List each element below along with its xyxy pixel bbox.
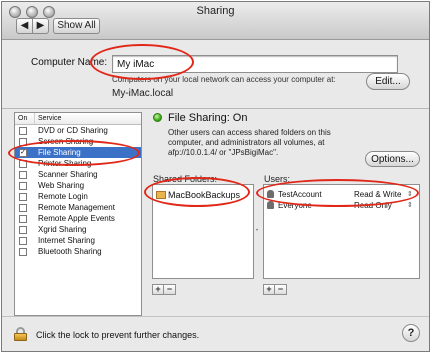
service-name: Remote Management — [38, 203, 115, 212]
help-button[interactable]: ? — [402, 324, 420, 342]
permission-popup[interactable]: Read Only — [354, 200, 392, 211]
remove-folder-button[interactable]: − — [164, 284, 176, 295]
service-row[interactable]: Bluetooth Sharing — [15, 246, 141, 257]
folders-add-remove: + − — [152, 284, 176, 295]
service-row-selected[interactable]: ✓ File Sharing — [15, 147, 141, 158]
computer-name-field[interactable] — [112, 55, 398, 73]
local-hostname: My-iMac.local — [112, 88, 174, 99]
back-button[interactable]: ◀ — [16, 18, 33, 34]
service-row[interactable]: Screen Sharing — [15, 136, 141, 147]
service-name: Remote Login — [38, 192, 88, 201]
service-checkbox[interactable] — [19, 248, 27, 256]
service-checkbox-checked[interactable]: ✓ — [19, 149, 27, 157]
service-row[interactable]: Xgrid Sharing — [15, 224, 141, 235]
group-icon — [267, 201, 274, 209]
user-row[interactable]: TestAccount Read & Write ⇕ — [267, 189, 417, 200]
service-checkbox[interactable] — [19, 237, 27, 245]
service-name: Xgrid Sharing — [38, 225, 87, 234]
service-row[interactable]: Web Sharing — [15, 180, 141, 191]
service-row[interactable]: Internet Sharing — [15, 235, 141, 246]
service-row[interactable]: Remote Login — [15, 191, 141, 202]
lock-body — [14, 333, 27, 341]
folder-icon — [156, 191, 166, 199]
computer-name-panel: Computer Name: Computers on your local n… — [8, 40, 425, 112]
user-row[interactable]: Everyone Read Only ⇕ — [267, 200, 417, 211]
service-checkbox[interactable] — [19, 215, 27, 223]
column-header-on[interactable]: On — [18, 113, 27, 124]
user-icon — [267, 190, 274, 198]
user-name: TestAccount — [278, 190, 322, 199]
window-title: Sharing — [196, 5, 235, 17]
shared-folder-name: MacBookBackups — [168, 190, 241, 200]
column-header-service[interactable]: Service — [34, 113, 61, 124]
service-name: Remote Apple Events — [38, 214, 115, 223]
network-access-description: Computers on your local network can acce… — [112, 75, 336, 84]
title-bar: Sharing ◀ ▶ Show All — [2, 2, 429, 40]
service-row[interactable]: Scanner Sharing — [15, 169, 141, 180]
show-all-button[interactable]: Show All — [53, 18, 100, 34]
add-folder-button[interactable]: + — [152, 284, 164, 295]
popup-arrows-icon[interactable]: ⇕ — [407, 189, 413, 200]
divider — [2, 108, 429, 109]
service-name: Screen Sharing — [38, 137, 94, 146]
service-name: Web Sharing — [38, 181, 85, 190]
service-checkbox[interactable] — [19, 193, 27, 201]
service-checkbox[interactable] — [19, 226, 27, 234]
shared-folders-list: MacBookBackups — [152, 184, 254, 279]
service-name: Internet Sharing — [38, 236, 95, 245]
remove-user-button[interactable]: − — [275, 284, 287, 295]
divider — [2, 316, 429, 317]
service-name: File Sharing — [38, 148, 81, 157]
services-list-header: On Service — [15, 113, 141, 125]
service-name: Scanner Sharing — [38, 170, 98, 179]
service-row[interactable]: Printer Sharing — [15, 158, 141, 169]
lock-instructions: Click the lock to prevent further change… — [36, 330, 200, 340]
users-add-remove: + − — [263, 284, 287, 295]
services-list: On Service DVD or CD Sharing Screen Shar… — [14, 112, 142, 316]
service-checkbox[interactable] — [19, 160, 27, 168]
service-description: Other users can access shared folders on… — [168, 128, 331, 157]
service-checkbox[interactable] — [19, 138, 27, 146]
service-row[interactable]: Remote Apple Events — [15, 213, 141, 224]
service-row[interactable]: DVD or CD Sharing — [15, 125, 141, 136]
forward-button[interactable]: ▶ — [32, 18, 49, 34]
user-name: Everyone — [278, 201, 312, 210]
service-checkbox[interactable] — [19, 127, 27, 135]
service-checkbox[interactable] — [19, 182, 27, 190]
chevron-right-icon: ▶ — [36, 20, 45, 31]
service-checkbox[interactable] — [19, 171, 27, 179]
popup-arrows-icon[interactable]: ⇕ — [407, 200, 413, 211]
users-list: TestAccount Read & Write ⇕ Everyone Read… — [263, 184, 420, 279]
shared-folder-item[interactable]: MacBookBackups — [156, 189, 240, 202]
service-name: Bluetooth Sharing — [38, 247, 102, 256]
service-row[interactable]: Remote Management — [15, 202, 141, 213]
permission-popup[interactable]: Read & Write — [354, 189, 401, 200]
split-view-handle[interactable]: • — [256, 228, 258, 234]
service-name: Printer Sharing — [38, 159, 92, 168]
lock-icon[interactable] — [14, 327, 27, 341]
service-status: File Sharing: On — [168, 112, 248, 124]
options-button[interactable]: Options... — [365, 151, 420, 167]
shared-folders-label: Shared Folders: — [153, 174, 218, 184]
chevron-left-icon: ◀ — [20, 20, 29, 31]
service-name: DVD or CD Sharing — [38, 126, 108, 135]
computer-name-label: Computer Name: — [31, 57, 108, 68]
users-label: Users: — [264, 174, 291, 184]
service-checkbox[interactable] — [19, 204, 27, 212]
add-user-button[interactable]: + — [263, 284, 275, 295]
status-indicator-icon — [153, 113, 162, 122]
edit-hostname-button[interactable]: Edit... — [366, 73, 410, 90]
sharing-window: Sharing ◀ ▶ Show All Computer Name: Comp… — [1, 1, 430, 352]
